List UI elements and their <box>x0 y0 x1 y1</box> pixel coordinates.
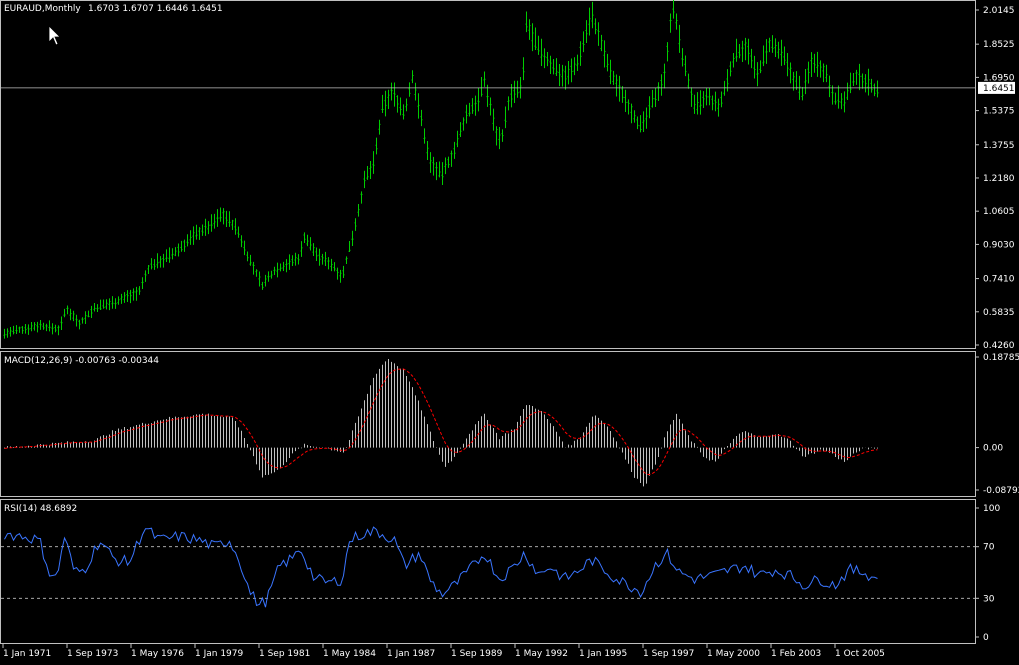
price-symbol-label: EURAUD,Monthly <box>4 4 81 14</box>
x-axis-label: 1 Feb 2003 <box>771 649 821 659</box>
rsi-axis-label: 100 <box>983 504 1000 514</box>
rsi-axis-label: 70 <box>983 543 995 553</box>
x-axis-label: 1 Sep 1973 <box>67 649 118 659</box>
price-axis-label: 1.6950 <box>983 73 1015 83</box>
price-axis-label: 1.8525 <box>983 40 1015 50</box>
price-axis-label: 1.3755 <box>983 141 1015 151</box>
x-axis-label: 1 Jan 1987 <box>387 649 435 659</box>
chart-background <box>0 0 1019 661</box>
rsi-axis-label: 30 <box>983 594 995 604</box>
x-axis-label: 1 May 1992 <box>515 649 568 659</box>
price-axis-label: 0.7410 <box>983 275 1015 285</box>
x-axis-label: 1 Jan 1979 <box>195 649 243 659</box>
x-axis-label: 1 May 1984 <box>323 649 376 659</box>
chart-root: 2.0145 1.8525 1.6950 1.5375 1.3755 1.2180 1.06… <box>0 0 1019 661</box>
x-axis-label: 1 Sep 1989 <box>451 649 503 659</box>
x-axis-label: 1 May 2000 <box>707 649 760 659</box>
macd-axis-label: 0.18785 <box>983 353 1019 363</box>
price-axis-label: 0.4260 <box>983 341 1015 351</box>
price-axis-label: 1.0605 <box>983 207 1015 217</box>
price-axis-label: 0.9030 <box>983 240 1015 250</box>
price-axis-label: 1.2180 <box>983 174 1015 184</box>
price-ohlc-label: 1.6703 1.6707 1.6446 1.6451 <box>88 4 223 14</box>
price-axis-label: 2.0145 <box>983 6 1015 16</box>
macd-axis-label: 0.00 <box>983 444 1003 454</box>
x-axis-label: 1 Jan 1995 <box>579 649 627 659</box>
rsi-axis-label: 0 <box>983 633 989 643</box>
x-axis-label: 1 Sep 1981 <box>259 649 310 659</box>
x-axis-label: 1 Sep 1997 <box>643 649 694 659</box>
price-axis-label: 1.5375 <box>983 107 1015 117</box>
x-axis-label: 1 May 1976 <box>131 649 184 659</box>
x-axis-label: 1 Oct 2005 <box>835 649 885 659</box>
price-axis-label: 0.5835 <box>983 308 1015 318</box>
chart-svg: 2.0145 1.8525 1.6950 1.5375 1.3755 1.2180 1.06… <box>0 0 1019 661</box>
macd-axis-label: -0.08792 <box>983 486 1019 496</box>
macd-label: MACD(12,26,9) -0.00763 -0.00344 <box>4 356 159 366</box>
last-price-label: 1.6451 <box>983 84 1015 94</box>
x-axis-label: 1 Jan 1971 <box>3 649 51 659</box>
rsi-label: RSI(14) 48.6892 <box>4 504 77 514</box>
